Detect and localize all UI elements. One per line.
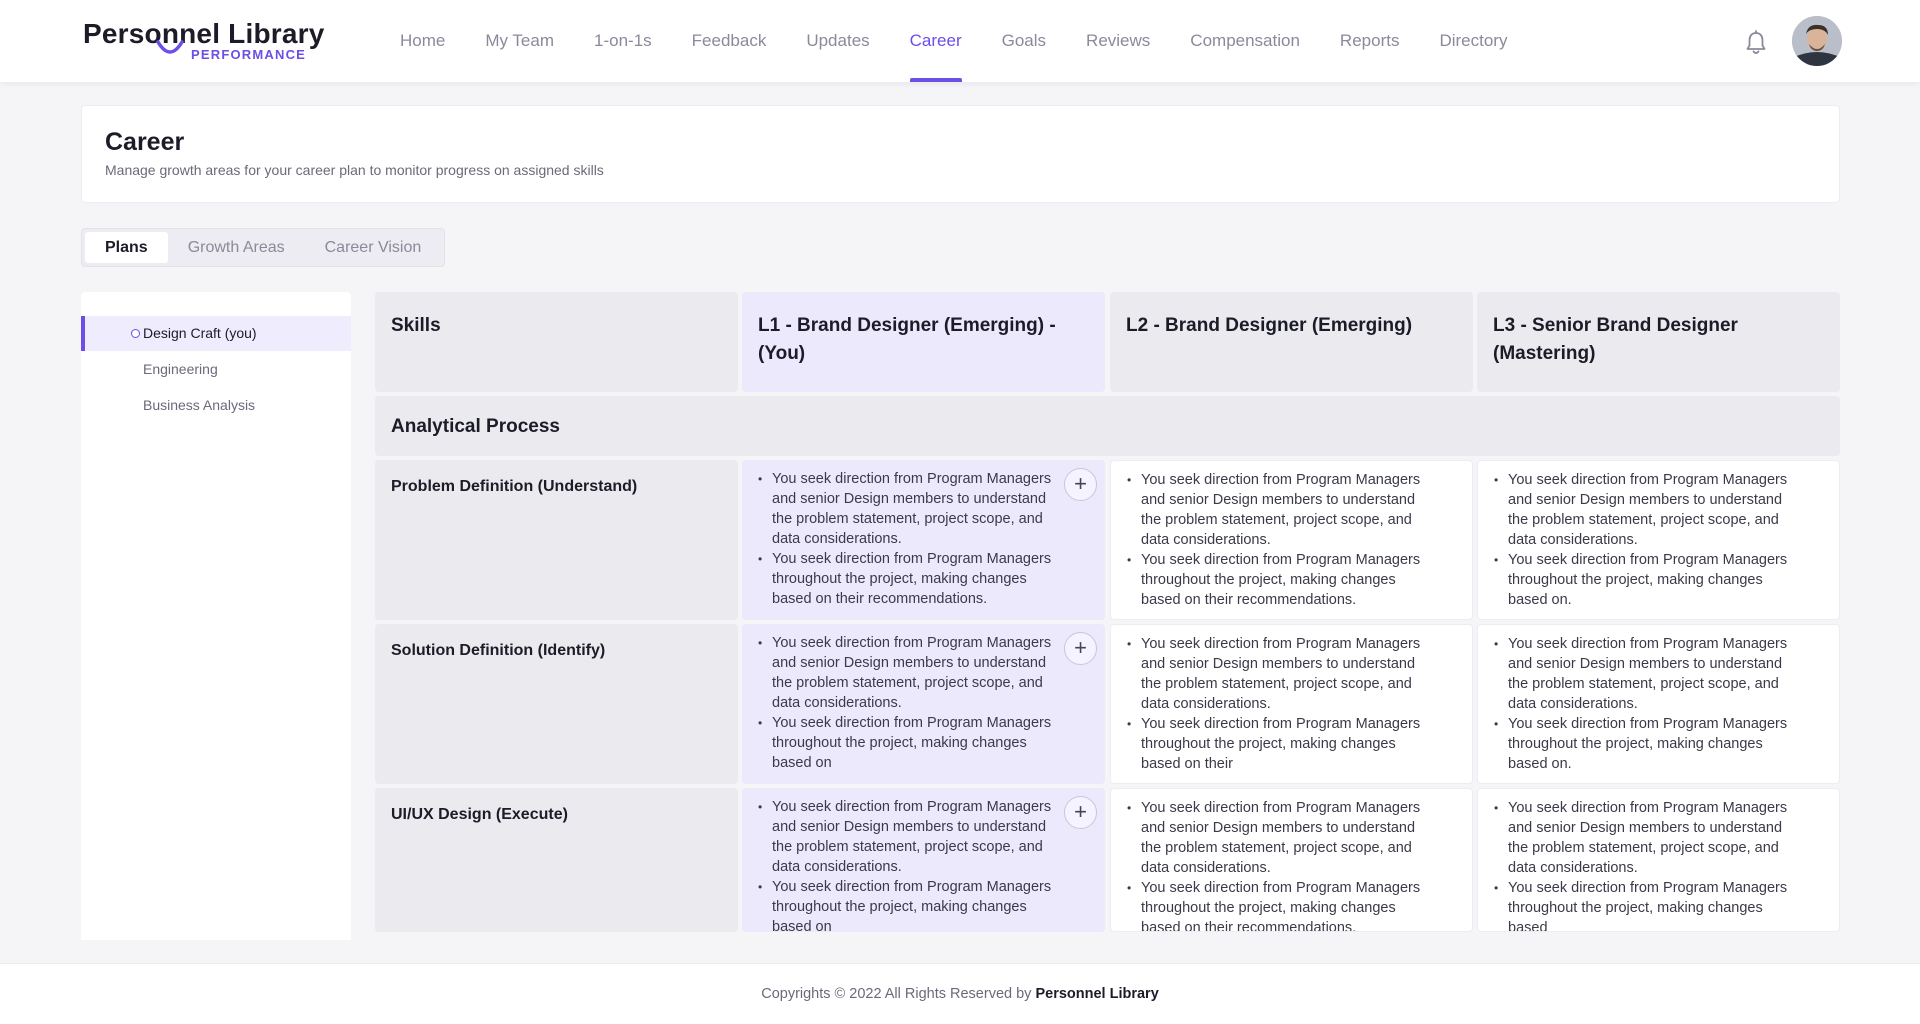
footer-copyright: Copyrights © 2022 All Rights Reserved by [761,986,1032,1002]
nav-item-feedback[interactable]: Feedback [672,0,787,82]
skill-name: Solution Definition (Identify) [391,642,606,659]
level-cell-l3: You seek direction from Program Managers… [1477,624,1840,784]
level-cell-l3: You seek direction from Program Managers… [1477,460,1840,620]
nav-item-1-on-1s[interactable]: 1-on-1s [574,0,672,82]
level-cell-l1: You seek direction from Program Managers… [742,624,1105,784]
criteria-list: You seek direction from Program Managers… [757,633,1057,773]
nav-item-my-team[interactable]: My Team [465,0,574,82]
tab-plans[interactable]: Plans [85,232,168,263]
footer: Copyrights © 2022 All Rights Reserved by… [0,963,1920,1024]
criteria-list: You seek direction from Program Managers… [757,797,1057,932]
criteria-list: You seek direction from Program Managers… [1493,634,1793,774]
column-header-label: L2 - Brand Designer (Emerging) [1126,315,1413,336]
nav-item-goals[interactable]: Goals [982,0,1066,82]
column-header-label: L1 - Brand Designer (Emerging) - (You) [758,315,1056,364]
avatar-image [1792,16,1842,66]
tab-growth-areas[interactable]: Growth Areas [168,232,305,263]
logo-name: Personnel Library [83,18,325,49]
criteria-item: You seek direction from Program Managers… [757,633,1057,713]
sidebar-item-engineering[interactable]: Engineering [81,352,351,387]
criteria-list: You seek direction from Program Managers… [1126,798,1426,931]
level-cell-l2: You seek direction from Program Managers… [1110,460,1473,620]
nav-item-compensation[interactable]: Compensation [1170,0,1320,82]
plus-icon: + [1074,799,1087,824]
footer-brand: Personnel Library [1035,986,1159,1002]
top-navigation-bar: Personnel Library PERFORMANCE Home My Tea… [0,0,1920,82]
criteria-item: You seek direction from Program Managers… [1493,634,1793,714]
criteria-item: You seek direction from Program Managers… [1493,470,1793,550]
nav-item-reports[interactable]: Reports [1320,0,1420,82]
level-cell-l1: You seek direction from Program Managers… [742,460,1105,620]
criteria-item: You seek direction from Program Managers… [1126,470,1426,550]
sidebar-item-label: Engineering [143,361,218,377]
level-cell-l2: You seek direction from Program Managers… [1110,788,1473,932]
column-header-0: Skills [375,292,738,392]
logo-subtitle: PERFORMANCE [191,47,307,62]
criteria-item: You seek direction from Program Managers… [757,713,1057,773]
add-button[interactable]: + [1064,468,1097,501]
sidebar-item-label: Design Craft (you) [143,325,257,341]
nav-item-career[interactable]: Career [890,0,982,82]
career-tabs: Plans Growth Areas Career Vision [81,228,446,267]
skill-cell: UI/UX Design (Execute) [375,788,738,932]
criteria-item: You seek direction from Program Managers… [1493,878,1793,931]
skill-cell: Solution Definition (Identify) [375,624,738,784]
logo[interactable]: Personnel Library PERFORMANCE [83,18,325,62]
nav-item-reviews[interactable]: Reviews [1066,0,1170,82]
column-header-2: L2 - Brand Designer (Emerging) [1110,292,1473,392]
criteria-item: You seek direction from Program Managers… [1493,714,1793,774]
criteria-item: You seek direction from Program Managers… [757,549,1057,609]
skill-name: UI/UX Design (Execute) [391,806,568,823]
level-cell-l2: You seek direction from Program Managers… [1110,624,1473,784]
bell-icon[interactable] [1744,30,1768,56]
main-nav: Home My Team 1-on-1s Feedback Updates Career G… [380,0,1527,82]
page-title: Career [105,128,185,156]
add-button[interactable]: + [1064,632,1097,665]
section-header: Analytical Process [375,396,1840,456]
column-header-label: L3 - Senior Brand Designer (Mastering) [1493,315,1738,364]
level-cell-l1: You seek direction from Program Managers… [742,788,1105,932]
plus-icon: + [1074,471,1087,496]
column-header-label: Skills [391,315,441,336]
logo-smile-icon [156,40,184,54]
skill-cell: Problem Definition (Understand) [375,460,738,620]
nav-item-directory[interactable]: Directory [1419,0,1527,82]
user-avatar[interactable] [1792,16,1842,66]
section-title: Analytical Process [391,416,560,437]
criteria-item: You seek direction from Program Managers… [1126,550,1426,610]
criteria-item: You seek direction from Program Managers… [1126,634,1426,714]
page-header-card: Career Manage growth areas for your care… [81,105,1840,203]
skill-name: Problem Definition (Understand) [391,478,638,495]
career-plan-sidebar: Design Craft (you) Engineering Business An… [81,292,351,940]
criteria-item: You seek direction from Program Managers… [757,469,1057,549]
criteria-list: You seek direction from Program Managers… [757,469,1057,609]
level-cell-l3: You seek direction from Program Managers… [1477,788,1840,932]
add-button[interactable]: + [1064,796,1097,829]
criteria-list: You seek direction from Program Managers… [1126,470,1426,610]
criteria-list: You seek direction from Program Managers… [1493,798,1793,931]
criteria-item: You seek direction from Program Managers… [757,877,1057,932]
page-subtitle: Manage growth areas for your career plan… [105,162,604,178]
criteria-item: You seek direction from Program Managers… [1126,878,1426,931]
nav-item-home[interactable]: Home [380,0,465,82]
sidebar-item-design-craft-you[interactable]: Design Craft (you) [81,316,351,351]
criteria-item: You seek direction from Program Managers… [1126,714,1426,774]
sidebar-item-business-analysis[interactable]: Business Analysis [81,388,351,423]
criteria-item: You seek direction from Program Managers… [1493,550,1793,610]
sidebar-item-label: Business Analysis [143,397,256,413]
circle-icon [131,329,140,338]
plus-icon: + [1074,635,1087,660]
nav-item-updates[interactable]: Updates [786,0,889,82]
column-header-3: L3 - Senior Brand Designer (Mastering) [1477,292,1840,392]
criteria-item: You seek direction from Program Managers… [757,797,1057,877]
column-header-1: L1 - Brand Designer (Emerging) - (You) [742,292,1105,392]
criteria-list: You seek direction from Program Managers… [1126,634,1426,774]
tab-career-vision[interactable]: Career Vision [305,232,442,263]
criteria-item: You seek direction from Program Managers… [1126,798,1426,878]
criteria-list: You seek direction from Program Managers… [1493,470,1793,610]
criteria-item: You seek direction from Program Managers… [1493,798,1793,878]
